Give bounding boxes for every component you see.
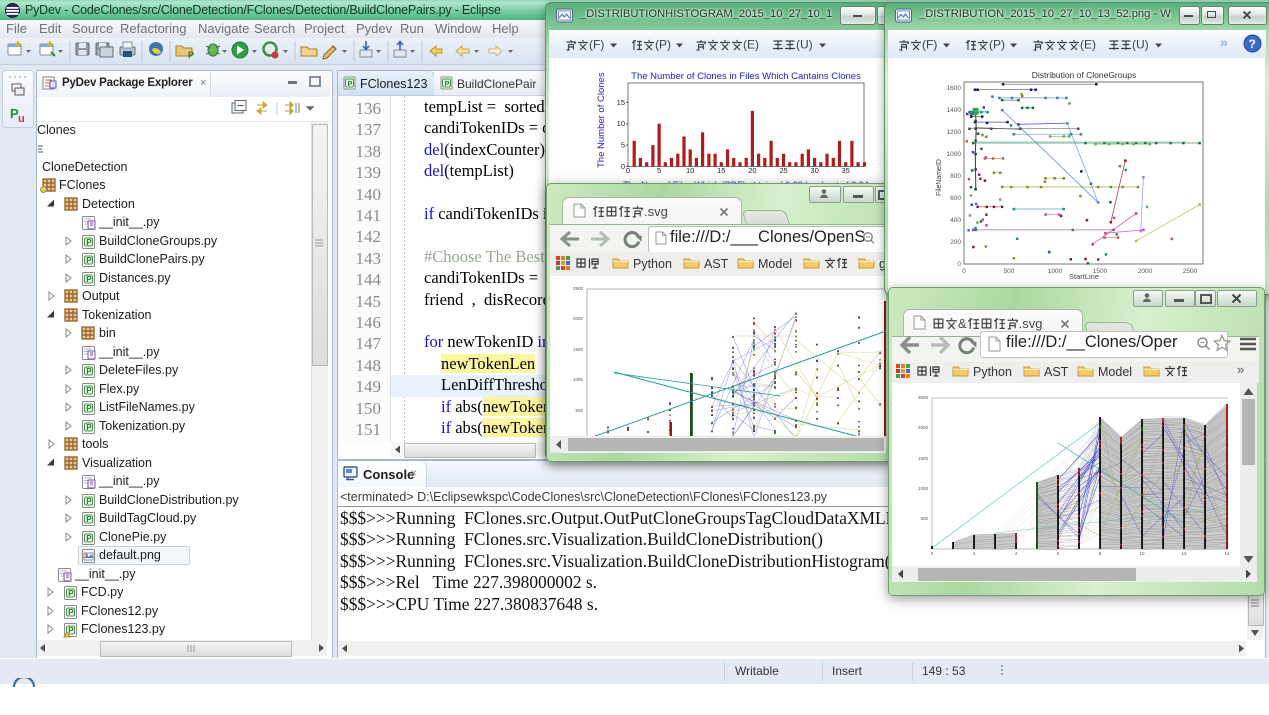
svg-text:2500: 2500 — [1183, 268, 1198, 275]
svg-text:15: 15 — [717, 166, 725, 175]
svg-text:35: 35 — [842, 166, 850, 175]
svg-text:0: 0 — [621, 162, 625, 171]
svg-text:The Number of Clones: The Number of Clones — [596, 72, 607, 168]
svg-text:500: 500 — [575, 408, 583, 413]
svg-text:10: 10 — [686, 166, 694, 175]
svg-text:1400: 1400 — [947, 107, 962, 114]
svg-text:15: 15 — [617, 98, 625, 107]
svg-text:12: 12 — [1181, 551, 1187, 556]
svg-text:P: P — [348, 79, 353, 88]
svg-text:1500: 1500 — [918, 456, 929, 461]
svg-text:FileNameID: FileNameID — [936, 159, 943, 196]
svg-text:800: 800 — [950, 173, 961, 180]
svg-text:2500: 2500 — [573, 286, 584, 291]
svg-text:u: u — [18, 113, 25, 125]
svg-text:500: 500 — [920, 516, 928, 521]
svg-text:P: P — [188, 50, 194, 60]
svg-text:P: P — [86, 386, 92, 395]
svg-text:10: 10 — [617, 119, 625, 128]
svg-text:The Number of Clones in Files: The Number of Clones in Files Which Cant… — [631, 71, 861, 82]
svg-text:P: P — [68, 608, 74, 617]
svg-text:P: P — [68, 589, 74, 598]
svg-text:1500: 1500 — [573, 347, 584, 352]
svg-text:1000: 1000 — [1048, 268, 1063, 275]
svg-text:10: 10 — [1139, 551, 1145, 556]
svg-text:6: 6 — [1057, 551, 1060, 556]
svg-text:14: 14 — [1224, 551, 1230, 556]
svg-text:30: 30 — [810, 166, 818, 175]
svg-text:1000: 1000 — [573, 377, 584, 382]
svg-text:P: P — [86, 515, 92, 524]
svg-text:8: 8 — [1099, 551, 1102, 556]
svg-text:2: 2 — [973, 551, 976, 556]
svg-text:P: P — [86, 275, 92, 284]
svg-text:500: 500 — [1004, 268, 1015, 275]
svg-text:P: P — [86, 238, 92, 247]
svg-text:4: 4 — [1015, 551, 1018, 556]
svg-text:25: 25 — [779, 166, 787, 175]
svg-text:0: 0 — [626, 166, 630, 175]
svg-text:1500: 1500 — [1093, 268, 1108, 275]
svg-text:2000: 2000 — [573, 316, 584, 321]
svg-text:P: P — [86, 497, 92, 506]
svg-text:?: ? — [1249, 37, 1256, 51]
svg-text:2000: 2000 — [1138, 268, 1153, 275]
svg-text:1200: 1200 — [947, 129, 962, 136]
svg-text:5: 5 — [657, 166, 661, 175]
svg-text:2000: 2000 — [918, 425, 929, 430]
svg-text:200: 200 — [950, 239, 961, 246]
svg-text:5: 5 — [621, 141, 625, 150]
svg-text:1000: 1000 — [947, 151, 962, 158]
svg-text:600: 600 — [950, 195, 961, 202]
svg-text:0: 0 — [931, 551, 934, 556]
svg-text:P: P — [86, 534, 92, 543]
svg-text:0: 0 — [957, 261, 961, 268]
svg-text:P: P — [68, 626, 74, 635]
svg-text:1000: 1000 — [918, 486, 929, 491]
svg-text:P: P — [86, 367, 92, 376]
svg-text:2500: 2500 — [918, 395, 929, 400]
svg-text:20: 20 — [748, 166, 756, 175]
svg-text:P: P — [86, 423, 92, 432]
svg-text:0: 0 — [962, 268, 966, 275]
svg-text:Distribution of CloneGroups: Distribution of CloneGroups — [1032, 70, 1136, 80]
svg-text:P: P — [445, 79, 450, 88]
svg-text:1600: 1600 — [947, 85, 962, 92]
svg-text:P: P — [86, 256, 92, 265]
svg-text:P: P — [86, 404, 92, 413]
svg-text:400: 400 — [950, 217, 961, 224]
